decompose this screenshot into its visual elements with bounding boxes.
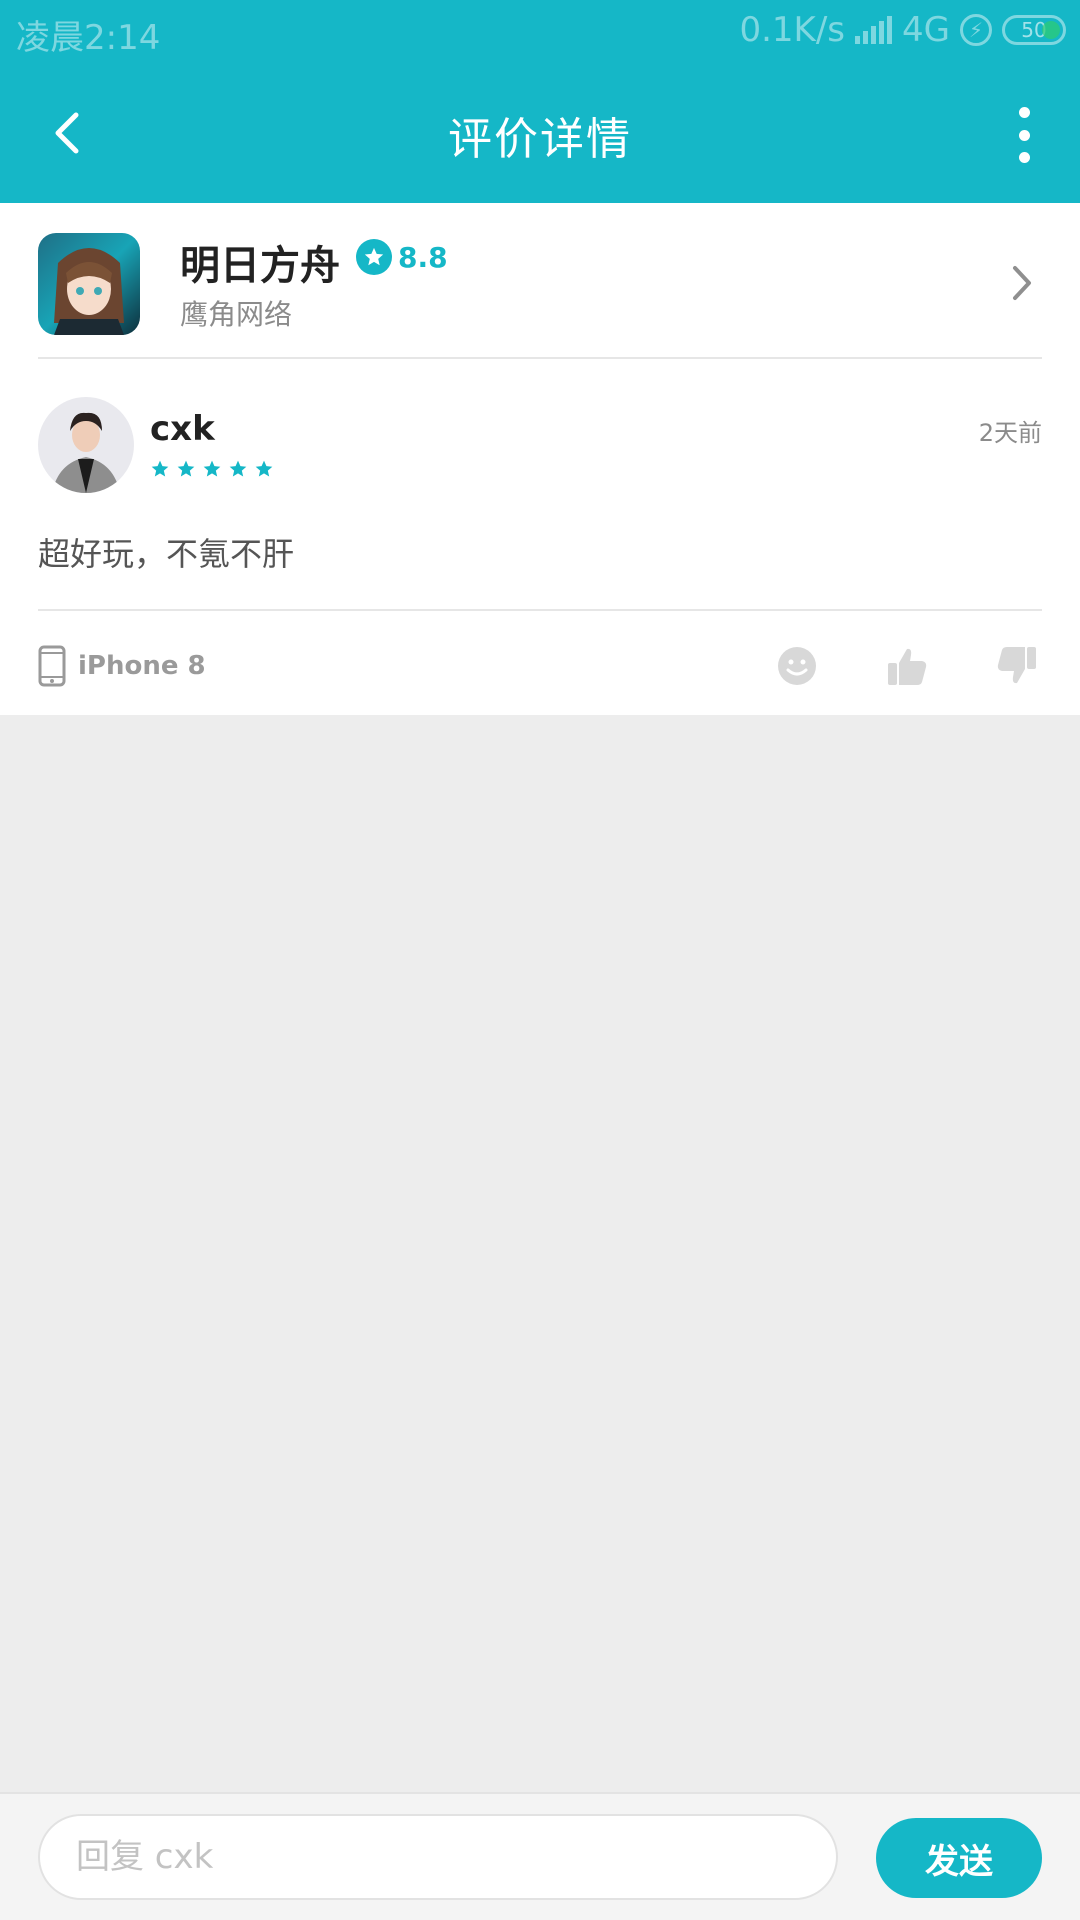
thumbs-down-icon[interactable] bbox=[992, 641, 1042, 691]
star-icon bbox=[203, 460, 221, 477]
game-rating: 8.8 bbox=[356, 239, 448, 275]
reply-input[interactable]: 回复 cxk bbox=[38, 1814, 838, 1900]
review-stars bbox=[150, 459, 274, 479]
star-icon bbox=[255, 460, 273, 477]
app-header: 评价详情 bbox=[0, 63, 1080, 203]
signal-icon bbox=[855, 16, 893, 44]
review-date: 2天前 bbox=[978, 419, 1042, 447]
thumbs-up-icon[interactable] bbox=[882, 641, 932, 691]
star-icon bbox=[229, 460, 247, 477]
avatar[interactable] bbox=[38, 397, 134, 493]
review-actions bbox=[772, 641, 1042, 691]
star-icon bbox=[151, 460, 169, 477]
page-title: 评价详情 bbox=[448, 114, 632, 165]
star-icon bbox=[177, 460, 195, 477]
battery-icon: 50 bbox=[1002, 15, 1066, 45]
smiley-icon[interactable] bbox=[772, 641, 822, 691]
status-time: 凌晨2:14 bbox=[16, 18, 161, 58]
review-card: 明日方舟 8.8 鹰角网络 cxk 2天前 超好玩，不氪不肝 iPhone 8 bbox=[0, 203, 1080, 715]
review-footer: iPhone 8 bbox=[38, 635, 1042, 695]
send-button[interactable]: 发送 bbox=[876, 1818, 1042, 1898]
divider bbox=[38, 609, 1042, 611]
game-name: 明日方舟 bbox=[180, 243, 340, 289]
game-row[interactable]: 明日方舟 8.8 鹰角网络 bbox=[38, 227, 1042, 359]
status-bar: 凌晨2:14 0.1K/s 4G ⚡ 50 bbox=[0, 0, 1080, 63]
chevron-right-icon bbox=[1010, 263, 1034, 307]
more-vertical-icon[interactable] bbox=[1012, 107, 1036, 163]
review-content: 超好玩，不氪不肝 bbox=[38, 535, 295, 573]
game-developer: 鹰角网络 bbox=[180, 298, 293, 331]
star-icon bbox=[356, 239, 392, 275]
game-icon bbox=[38, 233, 140, 335]
review-username[interactable]: cxk bbox=[150, 409, 215, 449]
game-score: 8.8 bbox=[398, 240, 448, 274]
device-info: iPhone 8 bbox=[38, 645, 206, 687]
network-speed: 0.1K/s bbox=[739, 10, 846, 50]
network-type: 4G bbox=[902, 10, 950, 50]
device-name: iPhone 8 bbox=[78, 651, 206, 681]
phone-icon bbox=[38, 645, 66, 687]
status-right: 0.1K/s 4G ⚡ 50 bbox=[739, 10, 1066, 50]
charging-icon: ⚡ bbox=[960, 14, 992, 46]
reply-bar: 回复 cxk 发送 bbox=[0, 1792, 1080, 1920]
